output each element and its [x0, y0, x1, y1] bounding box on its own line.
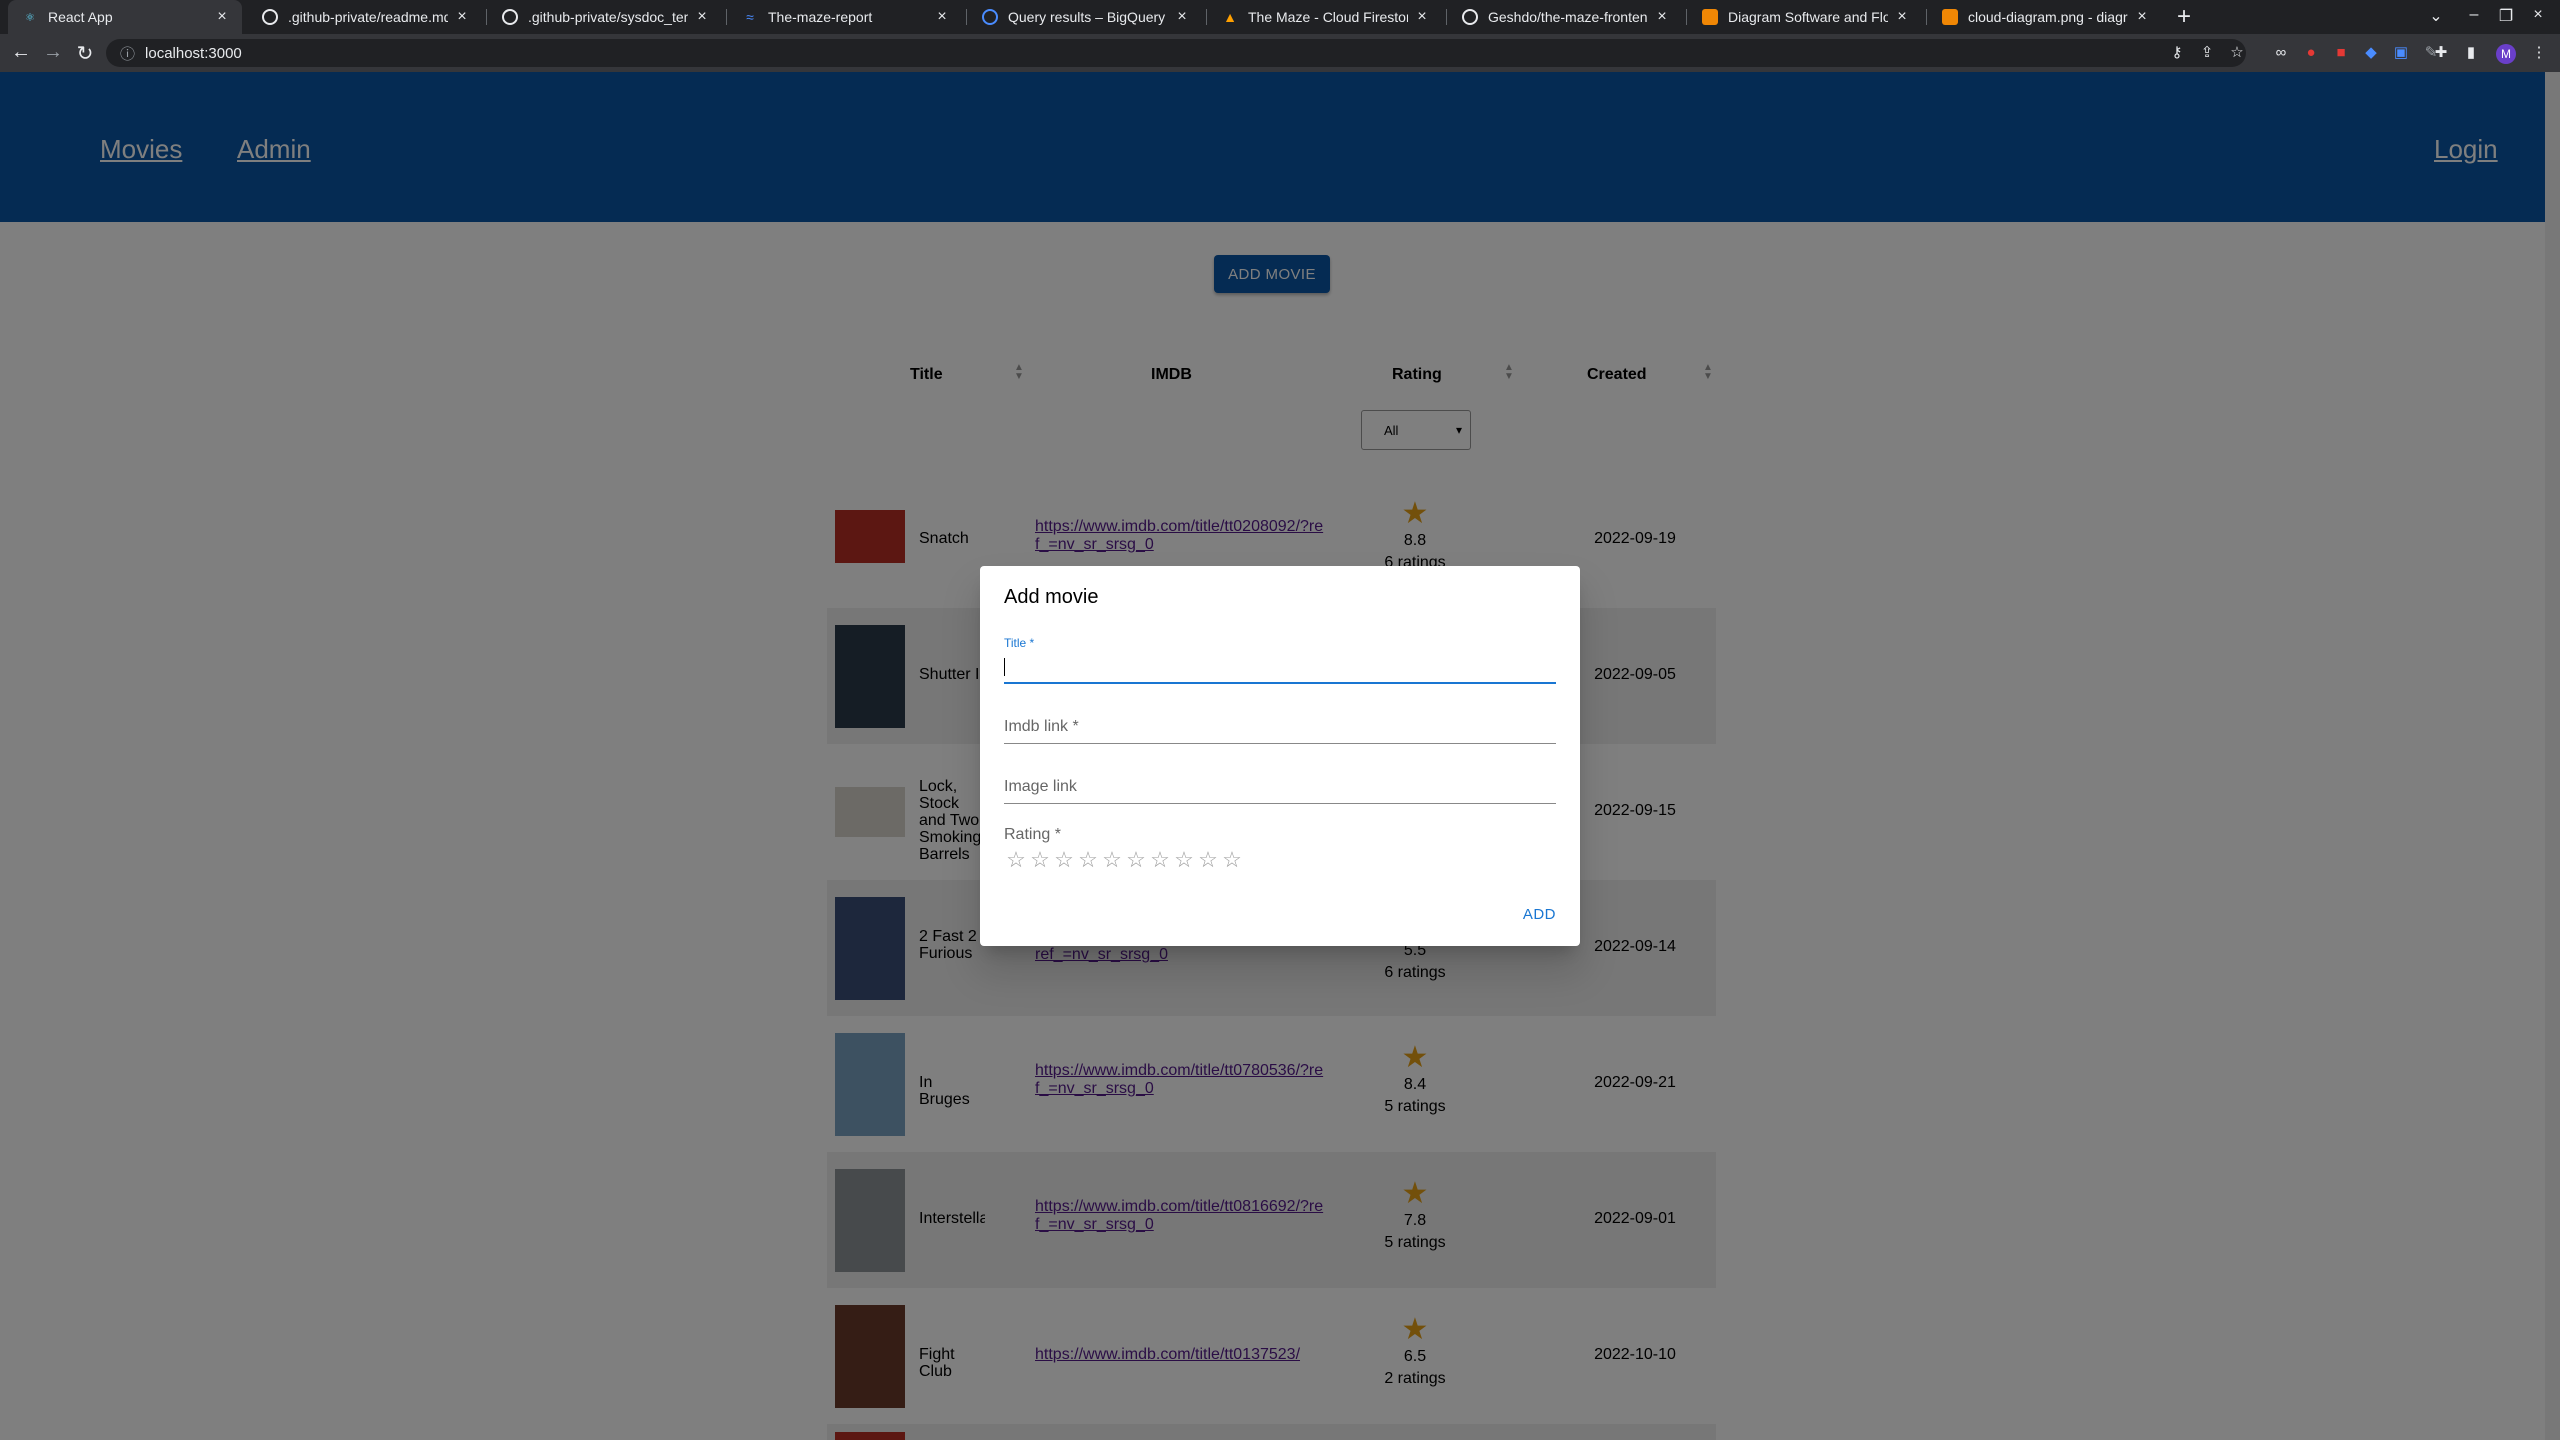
- image-link-input[interactable]: [1004, 772, 1556, 802]
- reload-icon[interactable]: ↻: [72, 41, 98, 66]
- url-text: localhost:3000: [145, 44, 242, 62]
- rating-star-input[interactable]: ☆ ☆ ☆ ☆ ☆ ☆ ☆ ☆ ☆ ☆: [1004, 848, 1244, 872]
- empty-star-icon[interactable]: ☆: [1220, 848, 1244, 872]
- tab-title: The-maze-report: [768, 9, 873, 25]
- browser-tab[interactable]: .github-private/readme.md a ×: [248, 0, 482, 34]
- browser-tab[interactable]: ⚛ React App ×: [8, 0, 242, 34]
- extension-red-icon[interactable]: ■: [2332, 44, 2350, 62]
- share-icon[interactable]: ⇪: [2198, 44, 2216, 62]
- minimize-icon[interactable]: –: [2462, 6, 2486, 24]
- rating-field-label: Rating *: [1004, 826, 1061, 843]
- forward-icon[interactable]: →: [40, 41, 66, 64]
- close-icon[interactable]: ×: [1414, 8, 1430, 26]
- tab-title: Query results – BigQuery – Th: [1008, 9, 1168, 25]
- close-window-icon[interactable]: ×: [2526, 6, 2550, 24]
- github-icon: [502, 9, 518, 25]
- tab-divider: [1446, 9, 1447, 25]
- profile-avatar[interactable]: M: [2496, 44, 2516, 64]
- empty-star-icon[interactable]: ☆: [1028, 848, 1052, 872]
- info-icon[interactable]: ⓘ: [120, 43, 135, 64]
- close-icon[interactable]: ×: [694, 8, 710, 26]
- browser-tab[interactable]: Query results – BigQuery – Th ×: [968, 0, 1202, 34]
- sidepanel-icon[interactable]: ▮: [2462, 44, 2480, 62]
- browser-tab[interactable]: ≈ The-maze-report ×: [728, 0, 962, 34]
- tab-divider: [1926, 9, 1927, 25]
- github-icon: [1462, 9, 1478, 25]
- close-icon[interactable]: ×: [934, 8, 950, 26]
- extension-blue-icon[interactable]: ▣: [2392, 44, 2410, 62]
- dialog-add-button[interactable]: ADD: [1523, 906, 1556, 923]
- empty-star-icon[interactable]: ☆: [1172, 848, 1196, 872]
- firebase-icon: ▲: [1223, 9, 1237, 25]
- restore-icon[interactable]: ❐: [2494, 6, 2518, 26]
- tab-title: Geshdo/the-maze-frontend-: [1488, 9, 1648, 25]
- browser-tab[interactable]: .github-private/sysdoc_temp ×: [488, 0, 722, 34]
- bookmark-star-icon[interactable]: ☆: [2228, 44, 2246, 62]
- image-input-underline: [1004, 803, 1556, 804]
- browser-tab[interactable]: Diagram Software and Flowc ×: [1688, 0, 1922, 34]
- close-icon[interactable]: ×: [454, 8, 470, 26]
- confluence-icon: ≈: [746, 9, 754, 25]
- tab-title: .github-private/readme.md a: [288, 9, 448, 25]
- tab-search-icon[interactable]: ⌄: [2424, 6, 2448, 26]
- menu-dots-icon[interactable]: ⋮: [2530, 44, 2548, 62]
- browser-tab[interactable]: cloud-diagram.png - diagram ×: [1928, 0, 2162, 34]
- address-bar[interactable]: ⓘ localhost:3000: [106, 39, 2246, 67]
- tab-divider: [726, 9, 727, 25]
- new-tab-button[interactable]: +: [2170, 3, 2198, 31]
- empty-star-icon[interactable]: ☆: [1052, 848, 1076, 872]
- extension-shield-icon[interactable]: ◆: [2362, 44, 2380, 62]
- imdb-input-underline: [1004, 743, 1556, 744]
- dialog-title: Add movie: [1004, 586, 1099, 608]
- extension-glasses-icon[interactable]: ∞: [2272, 44, 2290, 62]
- tab-divider: [966, 9, 967, 25]
- close-icon[interactable]: ×: [214, 8, 230, 26]
- empty-star-icon[interactable]: ☆: [1076, 848, 1100, 872]
- browser-tabbar: ⚛ React App × .github-private/readme.md …: [0, 0, 2560, 34]
- github-icon: [262, 9, 278, 25]
- title-input[interactable]: [1004, 654, 1556, 682]
- back-icon[interactable]: ←: [8, 41, 34, 64]
- react-icon: ⚛: [25, 11, 35, 24]
- browser-toolbar: ← → ↻ ⓘ localhost:3000 ⚷ ⇪ ☆ ∞ ● ■ ◆ ▣ ✎…: [0, 34, 2560, 72]
- close-icon[interactable]: ×: [1174, 8, 1190, 26]
- empty-star-icon[interactable]: ☆: [1148, 848, 1172, 872]
- drawio-icon: [1942, 9, 1958, 25]
- close-icon[interactable]: ×: [1654, 8, 1670, 26]
- extension-ublock-icon[interactable]: ●: [2302, 44, 2320, 62]
- empty-star-icon[interactable]: ☆: [1196, 848, 1220, 872]
- tab-title: cloud-diagram.png - diagram: [1968, 9, 2128, 25]
- tab-divider: [486, 9, 487, 25]
- empty-star-icon[interactable]: ☆: [1004, 848, 1028, 872]
- tab-title: Diagram Software and Flowc: [1728, 9, 1888, 25]
- tab-title: .github-private/sysdoc_temp: [528, 9, 688, 25]
- key-icon[interactable]: ⚷: [2168, 44, 2186, 62]
- browser-tab[interactable]: Geshdo/the-maze-frontend- ×: [1448, 0, 1682, 34]
- close-icon[interactable]: ×: [1894, 8, 1910, 26]
- puzzle-icon[interactable]: ✚: [2432, 44, 2450, 62]
- imdb-link-input[interactable]: [1004, 712, 1556, 742]
- browser-tab[interactable]: ▲ The Maze - Cloud Firestore - F ×: [1208, 0, 1442, 34]
- title-field-label: Title *: [1004, 636, 1035, 650]
- empty-star-icon[interactable]: ☆: [1124, 848, 1148, 872]
- tab-title: React App: [48, 9, 113, 25]
- drawio-icon: [1702, 9, 1718, 25]
- close-icon[interactable]: ×: [2134, 8, 2150, 26]
- title-input-underline: [1004, 682, 1556, 684]
- tab-divider: [1206, 9, 1207, 25]
- empty-star-icon[interactable]: ☆: [1100, 848, 1124, 872]
- tab-title: The Maze - Cloud Firestore - F: [1248, 9, 1408, 25]
- tab-divider: [1686, 9, 1687, 25]
- add-movie-dialog: Add movie Title * Imdb link * Image link…: [980, 566, 1580, 946]
- bigquery-icon: [982, 9, 998, 25]
